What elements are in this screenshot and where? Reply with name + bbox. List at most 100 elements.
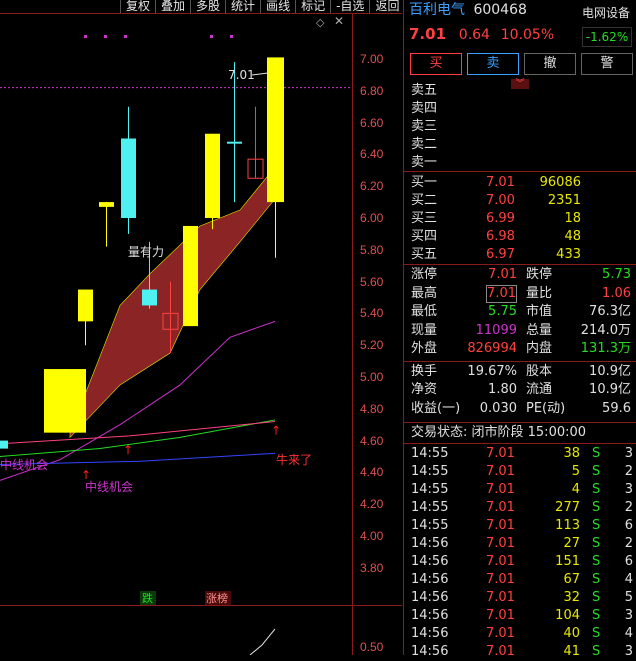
stat-value: 1.80 — [488, 382, 517, 397]
toolbar-item-5[interactable]: 标记 — [295, 0, 330, 13]
toolbar-item-7[interactable]: 返回 — [369, 0, 404, 13]
limit-tag: 涨榜 — [206, 591, 228, 605]
buy-level-volume: 433 — [556, 247, 581, 262]
toolbar-item-6[interactable]: -自选 — [330, 0, 369, 13]
tick-row: 14:56 7.01 67 S 4 — [404, 571, 636, 589]
buy-level-price: 6.97 — [486, 247, 515, 262]
tick-row: 14:55 7.01 4 S 3 — [404, 481, 636, 499]
tick-count: 3 — [624, 644, 633, 659]
stock-name: 百利电气 — [409, 2, 465, 18]
buy-level-label: 买五 — [411, 247, 438, 262]
tick-price: 7.01 — [486, 572, 515, 587]
stat-value: 5.73 — [602, 267, 631, 282]
tick-time: 14:56 — [411, 608, 449, 623]
candle-body — [0, 440, 8, 449]
tick-volume: 40 — [563, 626, 580, 641]
tick-time: 14:55 — [411, 464, 449, 479]
stat-value: 214.0万 — [580, 322, 631, 338]
price-tick-label: 5.40 — [360, 306, 384, 321]
price-tick-label: 3.80 — [360, 560, 384, 575]
buy-level-price: 7.00 — [486, 193, 515, 208]
tick-count: 4 — [624, 626, 633, 641]
tick-volume: 277 — [555, 500, 580, 515]
buy-signal-arrow: ↑ — [271, 424, 281, 438]
stat-value: 7.01 — [488, 267, 517, 282]
toolbar-item-0[interactable]: 复权 — [120, 0, 155, 13]
stat-value: 11099 — [475, 322, 517, 338]
stat-label: 涨停 — [411, 267, 438, 282]
stat-value: 76.3亿 — [589, 304, 631, 319]
candlestick-chart[interactable]: ↑↑↑7.01量有力中线机会中线机会 牛来了跌 涨榜 — [0, 13, 352, 655]
marker-dot — [230, 35, 233, 38]
tick-side: S — [592, 464, 601, 479]
midline-annotation-left: 中线机会 — [0, 457, 48, 472]
buy-signal-arrow: ↑ — [123, 443, 133, 457]
tick-count: 4 — [624, 572, 633, 587]
tick-price: 7.01 — [486, 644, 515, 659]
indicator-divider — [0, 605, 402, 606]
buy-button[interactable]: 买 — [410, 53, 462, 75]
tick-price: 7.01 — [486, 518, 515, 533]
marker-dot — [124, 35, 127, 38]
tick-row: 14:55 7.01 38 S 3 — [404, 445, 636, 463]
tick-price: 7.01 — [486, 482, 515, 497]
stat-label: 收益(一) — [411, 400, 461, 416]
sector-name[interactable]: 电网设备 — [582, 4, 630, 21]
tick-count: 5 — [624, 590, 633, 605]
price-tick-label: 6.20 — [360, 179, 384, 194]
buy-level-volume: 2351 — [547, 193, 581, 208]
stat-label: 最低 — [411, 304, 438, 319]
tick-row: 14:55 7.01 5 S 2 — [404, 463, 636, 481]
stat-value: 0.030 — [479, 400, 517, 416]
chevron-down-icon[interactable]: ︾ — [511, 79, 529, 89]
stat-value: 5.75 — [488, 304, 517, 319]
sector-change-pct: -1.62% — [582, 27, 632, 47]
price-tick-label: 6.60 — [360, 115, 384, 130]
stat-label: 量比 — [526, 285, 553, 301]
tick-volume: 38 — [563, 446, 580, 461]
toolbar-item-4[interactable]: 画线 — [260, 0, 295, 13]
sell-level-label: 卖三 — [411, 119, 438, 134]
indicator-axis-label: 0.50 — [360, 640, 384, 654]
alert-button[interactable]: 警 — [581, 53, 633, 75]
toolbar-item-3[interactable]: 统计 — [225, 0, 260, 13]
tick-price: 7.01 — [486, 590, 515, 605]
price-tick-label: 6.80 — [360, 83, 384, 98]
tick-row: 14:55 7.01 277 S 2 — [404, 499, 636, 517]
sell-button[interactable]: 卖 — [467, 53, 519, 75]
tick-price: 7.01 — [486, 608, 515, 623]
tick-volume: 4 — [571, 482, 580, 497]
tick-side: S — [592, 626, 601, 641]
stat-label: 股本 — [526, 363, 553, 379]
tick-row: 14:56 7.01 40 S 4 — [404, 625, 636, 643]
stat-label: 市值 — [526, 304, 553, 319]
price-tick-label: 4.40 — [360, 465, 384, 480]
tick-time: 14:55 — [411, 482, 449, 497]
tick-time: 14:56 — [411, 590, 449, 605]
price-tick-label: 4.20 — [360, 497, 384, 512]
quote-panel: 百利电气 600468 电网设备 7.01 0.64 10.05% -1.62%… — [403, 0, 636, 659]
stat-label: 总量 — [526, 322, 553, 338]
toolbar-item-2[interactable]: 多股 — [190, 0, 225, 13]
cancel-order-button[interactable]: 撤 — [524, 53, 576, 75]
candle-body — [44, 369, 86, 433]
volume-annotation: 量有力 — [128, 245, 164, 259]
stat-value: 10.9亿 — [589, 382, 631, 397]
tick-volume: 104 — [555, 608, 580, 623]
price-tick-label: 6.40 — [360, 147, 384, 162]
toolbar-item-1[interactable]: 叠加 — [155, 0, 190, 13]
price-tick-label: 4.80 — [360, 401, 384, 416]
chart-toolbar: 复权 叠加 多股 统计 画线 标记 -自选 返回 — [120, 0, 404, 13]
stats-divider — [404, 264, 636, 265]
candle-body — [227, 141, 242, 144]
tick-time: 14:56 — [411, 536, 449, 551]
buy-level-volume: 18 — [564, 211, 581, 226]
stats-mid-divider — [404, 360, 636, 362]
indicator-line — [249, 628, 276, 655]
candle-body — [205, 133, 220, 218]
midline-annotation: 中线机会 — [85, 479, 133, 494]
tick-time: 14:56 — [411, 644, 449, 659]
tick-row: 14:56 7.01 41 S 3 — [404, 643, 636, 661]
tick-time: 14:56 — [411, 554, 449, 569]
price-tick-label: 5.60 — [360, 274, 384, 289]
